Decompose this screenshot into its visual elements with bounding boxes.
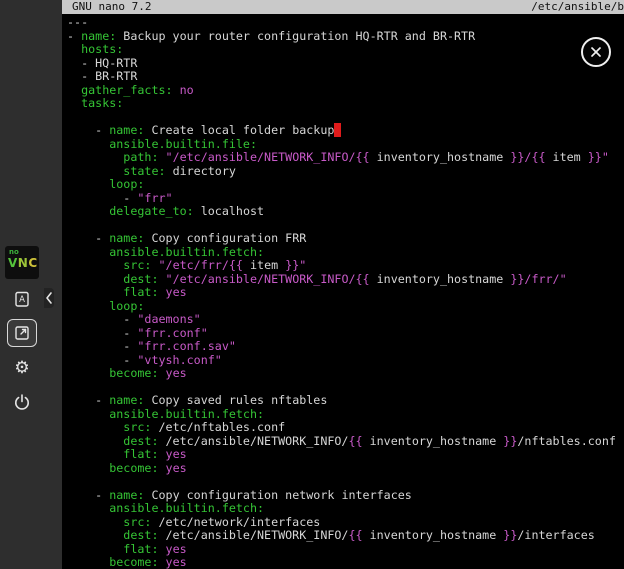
code-line: dest: "/etc/ansible/NETWORK_INFO/{{ inve… xyxy=(67,273,624,287)
code-line: - name: Copy configuration network inter… xyxy=(67,489,624,503)
fullscreen-button[interactable] xyxy=(7,319,37,347)
settings-button[interactable]: ⚙ xyxy=(7,354,37,382)
code-line: src: "/etc/frr/{{ item }}" xyxy=(67,259,624,273)
power-button[interactable] xyxy=(7,388,37,416)
code-line: delegate_to: localhost xyxy=(67,205,624,219)
code-line: flat: yes xyxy=(67,448,624,462)
code-line: - "frr.conf.sav" xyxy=(67,340,624,354)
nano-titlebar: GNU nano 7.2 /etc/ansible/b xyxy=(62,0,624,14)
code-line: ansible.builtin.file: xyxy=(67,138,624,152)
clipboard-button[interactable]: A xyxy=(7,285,37,313)
code-line xyxy=(67,381,624,395)
novnc-logo-vnc: VNC xyxy=(8,257,39,270)
code-line: src: /etc/nftables.conf xyxy=(67,421,624,435)
code-line: dest: /etc/ansible/NETWORK_INFO/{{ inven… xyxy=(67,529,624,543)
code-line: - name: Create local folder backup xyxy=(67,124,624,138)
code-line: - name: Copy saved rules nftables xyxy=(67,394,624,408)
fullscreen-icon xyxy=(12,323,32,343)
terminal-screen[interactable]: ---- name: Backup your router configurat… xyxy=(62,14,624,569)
code-line: become: yes xyxy=(67,462,624,476)
sidebar-collapse-handle[interactable] xyxy=(44,288,54,308)
chevron-left-icon xyxy=(45,291,53,305)
code-line: ansible.builtin.fetch: xyxy=(67,502,624,516)
code-line: - BR-RTR xyxy=(67,70,624,84)
code-line: become: yes xyxy=(67,367,624,381)
code-line: - "daemons" xyxy=(67,313,624,327)
code-line: - "vtysh.conf" xyxy=(67,354,624,368)
code-line: tasks: xyxy=(67,97,624,111)
code-line: flat: yes xyxy=(67,286,624,300)
code-line: loop: xyxy=(67,178,624,192)
novnc-logo: no VNC xyxy=(5,246,39,279)
svg-text:A: A xyxy=(19,295,25,305)
code-line: ansible.builtin.fetch: xyxy=(67,246,624,260)
vnc-control-bar: no VNC A xyxy=(0,0,62,569)
code-line: loop: xyxy=(67,300,624,314)
code-line: gather_facts: no xyxy=(67,84,624,98)
code-line: state: directory xyxy=(67,165,624,179)
code-line xyxy=(67,219,624,233)
code-line: dest: /etc/ansible/NETWORK_INFO/{{ inven… xyxy=(67,435,624,449)
close-icon xyxy=(589,45,603,59)
code-line: become: yes xyxy=(67,556,624,569)
code-line: src: /etc/network/interfaces xyxy=(67,516,624,530)
desktop: no VNC A xyxy=(0,0,624,569)
terminal-window[interactable]: GNU nano 7.2 /etc/ansible/b ---- name: B… xyxy=(62,0,624,569)
code-line: - "frr" xyxy=(67,192,624,206)
code-line: path: "/etc/ansible/NETWORK_INFO/{{ inve… xyxy=(67,151,624,165)
nano-version: GNU nano 7.2 xyxy=(72,0,151,14)
clipboard-icon: A xyxy=(12,289,32,309)
code-line: hosts: xyxy=(67,43,624,57)
code-line: ansible.builtin.fetch: xyxy=(67,408,624,422)
close-button[interactable] xyxy=(581,37,611,67)
code-line: flat: yes xyxy=(67,543,624,557)
code-line: - "frr.conf" xyxy=(67,327,624,341)
gear-icon: ⚙ xyxy=(14,360,29,377)
novnc-logo-no: no xyxy=(9,249,39,256)
code-line: - name: Copy configuration FRR xyxy=(67,232,624,246)
power-icon xyxy=(12,392,32,412)
file-path: /etc/ansible/b xyxy=(531,0,624,14)
code-line xyxy=(67,475,624,489)
code-line xyxy=(67,111,624,125)
code-line: --- xyxy=(67,16,624,30)
code-line: - name: Backup your router configuration… xyxy=(67,30,624,44)
code-line: - HQ-RTR xyxy=(67,57,624,71)
